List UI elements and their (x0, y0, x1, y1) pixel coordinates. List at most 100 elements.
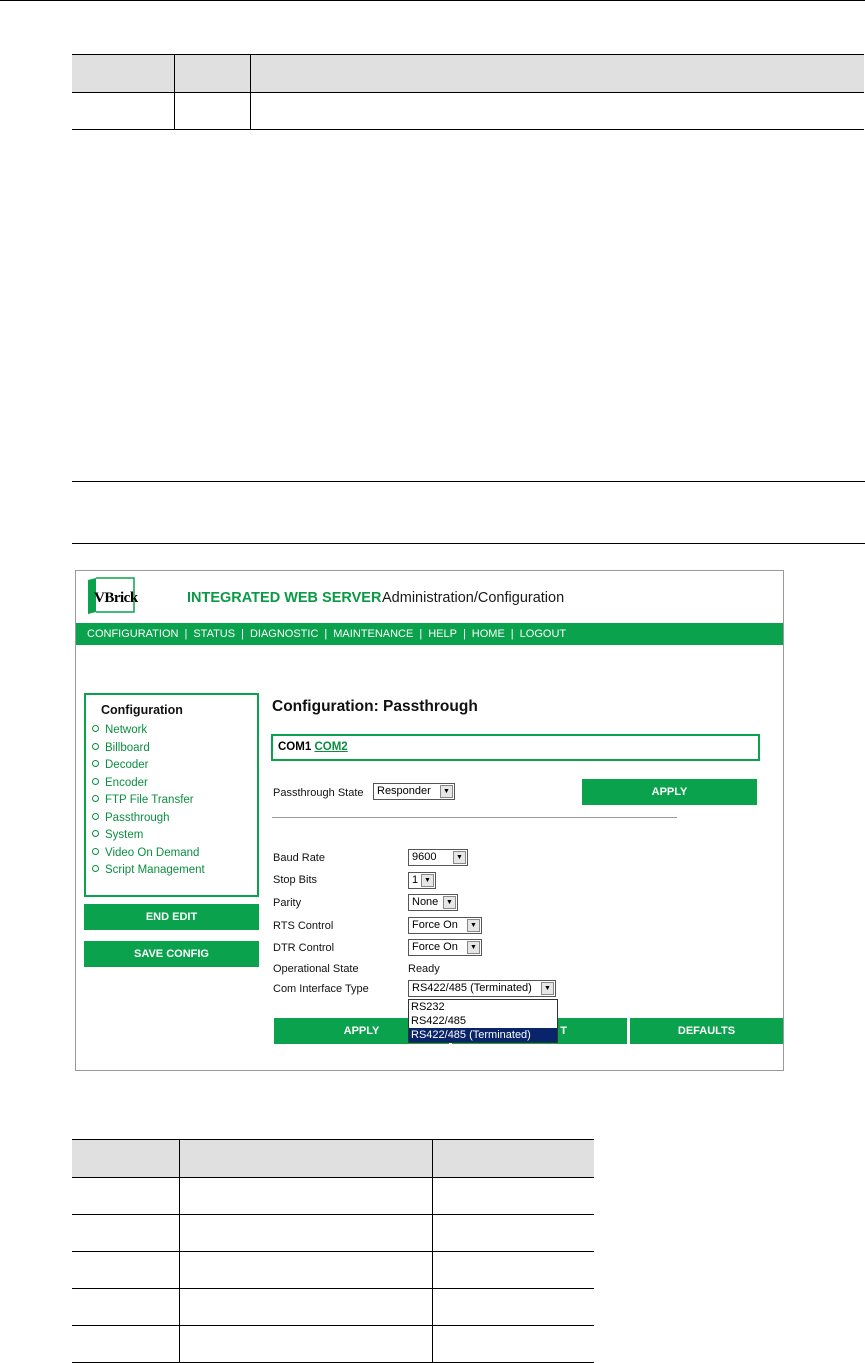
nav-logout[interactable]: LOGOUT (518, 623, 568, 645)
bullet-icon (92, 725, 99, 732)
parity-label: Parity (273, 897, 302, 909)
table-cell (174, 92, 251, 130)
parity-select[interactable]: None ▼ (408, 894, 458, 911)
select-value: 1 (412, 874, 419, 886)
nav-maintenance[interactable]: MAINTENANCE (331, 623, 415, 645)
passthrough-state-label: Passthrough State (273, 787, 364, 799)
dropdown-option-rs232[interactable]: RS232 (409, 1000, 557, 1014)
table-cell (432, 1288, 594, 1326)
table-cell (179, 1288, 433, 1326)
nav-home[interactable]: HOME (470, 623, 507, 645)
sidebar-item-billboard[interactable]: Billboard (92, 742, 205, 760)
dropdown-option-rs422-485[interactable]: RS422/485 (409, 1014, 557, 1028)
select-value: Responder (377, 785, 431, 797)
sidebar-item-label: Passthrough (105, 811, 170, 824)
nav-separator: | (324, 628, 328, 640)
chevron-down-icon: ▼ (443, 896, 456, 909)
sidebar-item-encoder[interactable]: Encoder (92, 777, 205, 795)
table-cell (432, 1325, 594, 1363)
config-sidebar: Configuration Network Billboard Decoder … (84, 693, 259, 897)
table-cell (250, 92, 864, 130)
table-cell (174, 54, 251, 93)
table-cell (179, 1251, 433, 1289)
table-cell (432, 1139, 594, 1178)
chevron-down-icon: ▼ (467, 941, 480, 954)
com-interface-type-select[interactable]: RS422/485 (Terminated) ▼ (408, 980, 556, 997)
web-ui-screenshot: VBrick INTEGRATED WEB SERVER Administrat… (75, 570, 784, 1071)
sidebar-item-system[interactable]: System (92, 829, 205, 847)
apply-button-top[interactable]: APPLY (582, 779, 757, 805)
dropdown-option-rs422-485-terminated[interactable]: RS422/485 (Terminated) (409, 1028, 557, 1042)
nav-separator: | (184, 628, 188, 640)
header-rule (0, 0, 865, 1)
bullet-icon (92, 742, 99, 750)
sidebar-item-script-management[interactable]: Script Management (92, 864, 205, 882)
end-edit-button[interactable]: END EDIT (84, 904, 259, 930)
select-value: RS422/485 (Terminated) (412, 982, 532, 994)
nav-status[interactable]: STATUS (191, 623, 237, 645)
bullet-icon (92, 865, 99, 872)
nav-separator: | (419, 628, 423, 640)
bullet-icon (92, 812, 99, 820)
table-cell (72, 1177, 180, 1215)
defaults-button[interactable]: DEFAULTS (630, 1018, 783, 1044)
select-value: Force On (412, 919, 458, 931)
save-config-button[interactable]: SAVE CONFIG (84, 941, 259, 967)
com-interface-dropdown: RS232 RS422/485 RS422/485 (Terminated) (408, 999, 558, 1043)
chevron-down-icon: ▼ (440, 785, 453, 798)
bullet-icon (92, 795, 99, 802)
table-cell (72, 1214, 180, 1252)
nav-help[interactable]: HELP (426, 623, 459, 645)
com-interface-type-label: Com Interface Type (273, 983, 369, 995)
stop-bits-select[interactable]: 1 ▼ (408, 872, 436, 889)
table-cell (72, 1325, 180, 1363)
table-cell (250, 54, 864, 93)
tab-com2[interactable]: COM2 (314, 741, 347, 753)
bullet-icon (92, 847, 99, 855)
nav-separator: | (510, 628, 514, 640)
nav-separator: | (462, 628, 466, 640)
table-cell (72, 54, 175, 93)
sidebar-item-label: Video On Demand (105, 846, 200, 859)
table-cell (179, 1177, 433, 1215)
sidebar-item-passthrough[interactable]: Passthrough (92, 812, 205, 830)
com-port-tabs: COM1 COM2 (271, 734, 760, 761)
table-cell (179, 1325, 433, 1363)
table-cell (432, 1251, 594, 1289)
passthrough-state-select[interactable]: Responder ▼ (373, 783, 455, 800)
baud-rate-label: Baud Rate (273, 852, 325, 864)
dtr-control-label: DTR Control (273, 942, 335, 954)
chevron-down-icon: ▼ (453, 851, 466, 864)
top-table (72, 54, 864, 130)
divider (272, 817, 677, 818)
dtr-control-select[interactable]: Force On ▼ (408, 939, 482, 956)
sidebar-item-label: System (105, 829, 144, 841)
nav-diagnostic[interactable]: DIAGNOSTIC (248, 623, 320, 645)
logo-text: VBrick (94, 590, 138, 606)
tab-com1[interactable]: COM1 (278, 741, 311, 753)
rts-control-label: RTS Control (273, 920, 334, 932)
select-value: 9600 (412, 851, 437, 863)
sidebar-item-label: Decoder (105, 759, 149, 771)
table-cell (72, 1139, 180, 1178)
operational-state-value: Ready (408, 963, 440, 975)
bullet-icon (92, 777, 99, 785)
table-cell (72, 1251, 180, 1289)
server-subtitle: Administration/Configuration (382, 590, 565, 606)
note-rule-bottom (72, 543, 865, 544)
sidebar-item-decoder[interactable]: Decoder (92, 759, 205, 777)
bullet-icon (92, 760, 99, 767)
chevron-down-icon: ▼ (467, 919, 480, 932)
table-cell (179, 1214, 433, 1252)
table-cell (432, 1177, 594, 1215)
operational-state-label: Operational State (273, 963, 359, 975)
sidebar-item-network[interactable]: Network (92, 724, 205, 742)
sidebar-item-vod[interactable]: Video On Demand (92, 847, 205, 865)
nav-separator: | (241, 628, 244, 640)
baud-rate-select[interactable]: 9600 ▼ (408, 849, 468, 866)
sidebar-item-label: FTP File Transfer (105, 794, 194, 806)
nav-configuration[interactable]: CONFIGURATION (85, 623, 180, 645)
select-value: None (412, 896, 439, 908)
sidebar-item-ftp[interactable]: FTP File Transfer (92, 794, 205, 812)
rts-control-select[interactable]: Force On ▼ (408, 917, 482, 934)
